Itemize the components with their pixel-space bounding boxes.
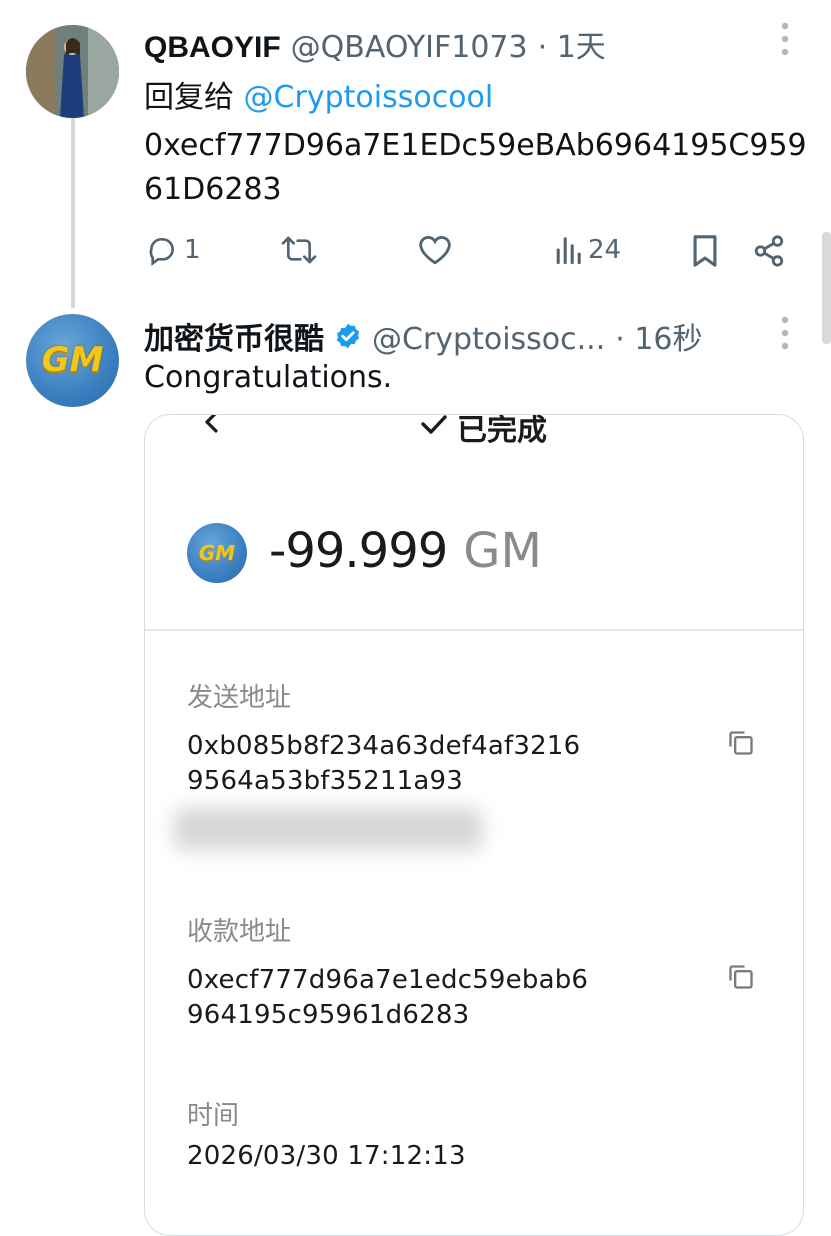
token-icon: GM bbox=[187, 523, 247, 583]
copy-icon[interactable] bbox=[727, 963, 755, 996]
like-button[interactable] bbox=[418, 234, 452, 266]
tweet-text-content: 0xecf777D96a7E1EDc59eBAb6964195C95961D62… bbox=[144, 128, 807, 207]
reply-count: 1 bbox=[184, 235, 201, 265]
reply-button[interactable]: 1 bbox=[146, 234, 201, 266]
divider bbox=[145, 629, 803, 631]
receive-address-label: 收款地址 bbox=[187, 917, 292, 947]
time-value: 2026/03/30 17:12:13 bbox=[187, 1141, 466, 1171]
share-icon bbox=[754, 235, 784, 267]
amount-value: -99.999 bbox=[269, 523, 448, 579]
share-button[interactable] bbox=[752, 234, 786, 268]
copy-icon[interactable] bbox=[727, 729, 755, 762]
author-name[interactable]: QBAOYIF bbox=[144, 31, 281, 65]
more-options-icon[interactable] bbox=[774, 316, 796, 355]
send-address-line-1: 0xb085b8f234a63def4af3216 bbox=[187, 731, 581, 761]
bookmark-icon bbox=[693, 235, 717, 267]
more-options-icon[interactable] bbox=[774, 22, 796, 61]
tweet-time[interactable]: · 16秒 bbox=[615, 314, 702, 358]
back-chevron-icon bbox=[201, 415, 221, 440]
scrollbar[interactable] bbox=[822, 232, 831, 344]
views-count: 24 bbox=[588, 235, 622, 265]
amount-unit: GM bbox=[463, 523, 542, 579]
send-address-value: 0xb085b8f234a63def4af3216 9564a53bf35211… bbox=[187, 729, 580, 799]
verified-badge-icon bbox=[334, 322, 362, 350]
author-handle[interactable]: @QBAOYIF1073 bbox=[291, 30, 528, 65]
heart-icon bbox=[419, 236, 451, 265]
author-name[interactable]: 加密货币很酷 bbox=[144, 314, 324, 358]
views-button[interactable]: 24 bbox=[554, 234, 621, 266]
views-icon bbox=[556, 237, 581, 265]
receive-address-line-2: 964195c95961d6283 bbox=[187, 1000, 470, 1030]
reply-prefix: 回复给 bbox=[144, 80, 234, 115]
reply-icon bbox=[149, 238, 174, 266]
bookmark-button[interactable] bbox=[690, 234, 720, 268]
status-text: 已完成 bbox=[457, 414, 547, 448]
send-address-line-2: 9564a53bf35211a93 bbox=[187, 766, 463, 796]
avatar-gm-text: GM bbox=[41, 340, 104, 380]
retweet-button[interactable] bbox=[280, 234, 318, 266]
thread-line bbox=[71, 118, 75, 308]
author-handle[interactable]: @Cryptoissoc... bbox=[372, 322, 605, 357]
attached-image-card[interactable]: 已完成 GM -99.999 GM 发送地址 0xb085b8f234a63de… bbox=[144, 414, 804, 1236]
tweet-text: Congratulations. bbox=[144, 360, 393, 395]
receive-address-line-1: 0xecf777d96a7e1edc59ebab6 bbox=[187, 965, 589, 995]
receive-address-value: 0xecf777d96a7e1edc59ebab6 964195c95961d6… bbox=[187, 963, 588, 1033]
retweet-icon bbox=[281, 236, 317, 264]
checkmark-icon bbox=[421, 415, 447, 434]
avatar-cryptoissocool[interactable]: GM bbox=[26, 314, 119, 407]
token-icon-text: GM bbox=[198, 541, 236, 565]
time-label: 时间 bbox=[187, 1101, 240, 1131]
reply-to-link[interactable]: @Cryptoissocool bbox=[244, 80, 494, 115]
redacted-blur bbox=[173, 807, 483, 851]
status-header: 已完成 bbox=[419, 414, 547, 449]
avatar-qbaoyif[interactable] bbox=[26, 25, 119, 118]
reply-context: 回复给 @Cryptoissocool bbox=[144, 72, 493, 116]
send-address-label: 发送地址 bbox=[187, 683, 292, 713]
tweet-text: 0xecf777D96a7E1EDc59eBAb6964195C95961D62… bbox=[144, 124, 814, 212]
tweet-time[interactable]: · 1天 bbox=[538, 22, 606, 66]
